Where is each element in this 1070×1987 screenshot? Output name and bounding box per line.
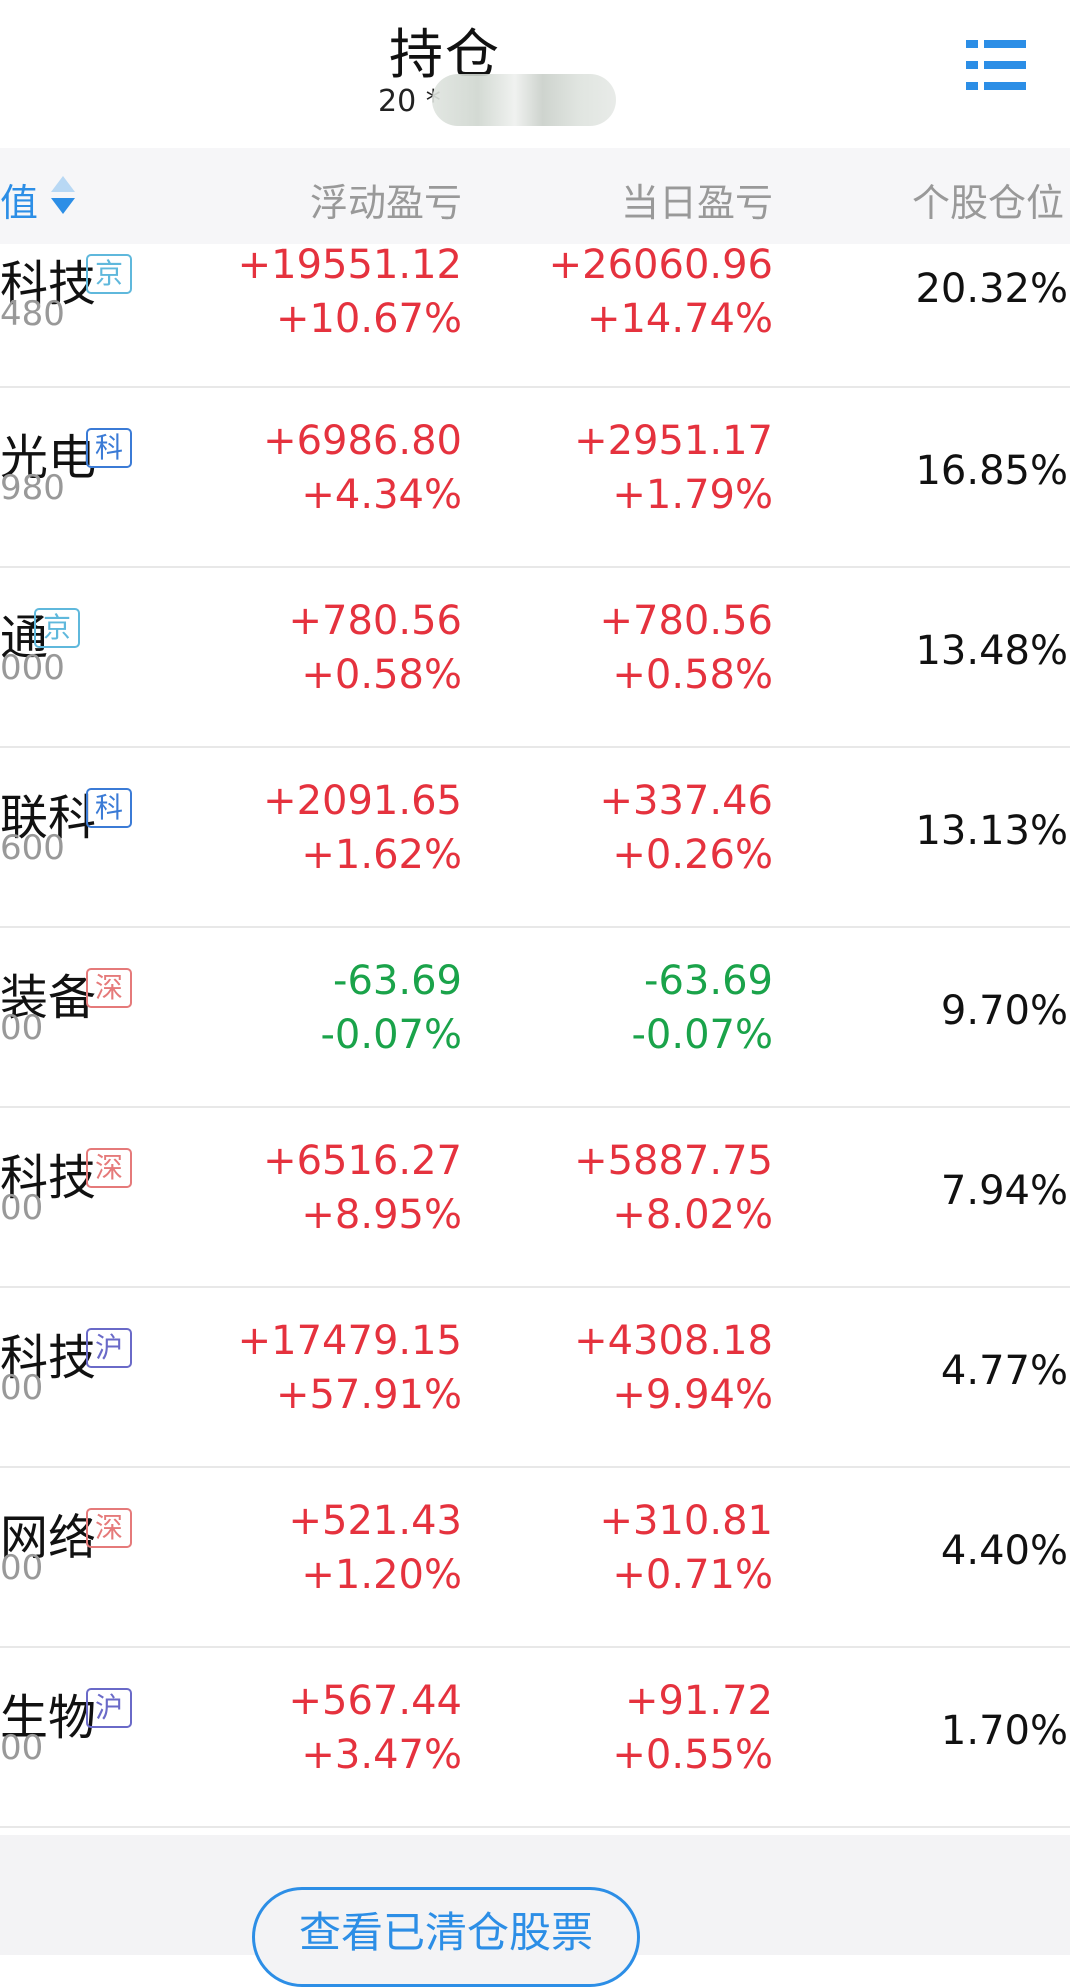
daily-pl-percent: +0.55% [612,1732,773,1778]
floating-pl-percent: +3.47% [301,1732,462,1778]
daily-pl-percent: -0.07% [631,1012,773,1058]
holdings-list: 科技京 480 +19551.12 +10.67% +26060.96 +14.74% 20… [0,242,1070,1828]
daily-pl-amount: +5887.75 [574,1138,773,1184]
market-badge: 沪 [86,1328,132,1368]
sort-column-header[interactable]: 值 [0,172,38,227]
position-percent: 13.13% [915,808,1068,854]
floating-pl-amount: +521.43 [288,1498,462,1544]
daily-pl-amount: +310.81 [599,1498,773,1544]
account-number-redaction [432,74,616,126]
stock-code: 00 [0,1008,44,1048]
daily-pl-percent: +0.58% [612,652,773,698]
position-percent: 4.77% [940,1348,1068,1394]
floating-pl-amount: +6986.80 [263,418,462,464]
daily-pl-amount: +780.56 [599,598,773,644]
holding-row[interactable]: 装备深 00 -63.69 -0.07% -63.69 -0.07% 9.70% [0,928,1070,1108]
position-percent: 1.70% [940,1708,1068,1754]
daily-pl-percent: +0.26% [612,832,773,878]
stock-code: 980 [0,468,65,508]
floating-pl-amount: +17479.15 [237,1318,462,1364]
floating-pl-percent: +8.95% [301,1192,462,1238]
market-badge: 深 [86,1148,132,1188]
daily-pl-amount: -63.69 [644,958,773,1004]
position-percent: 16.85% [915,448,1068,494]
holding-row[interactable]: 网络深 00 +521.43 +1.20% +310.81 +0.71% 4.40% [0,1468,1070,1648]
market-badge: 深 [86,1508,132,1548]
floating-pl-amount: +780.56 [288,598,462,644]
daily-pl-amount: +4308.18 [574,1318,773,1364]
market-badge: 科 [86,788,132,828]
daily-pl-percent: +14.74% [586,296,773,342]
stock-code: 00 [0,1368,44,1408]
position-percent: 4.40% [940,1528,1068,1574]
stock-code: 480 [0,294,65,334]
daily-pl-header[interactable]: 当日盈亏 [621,172,773,227]
stock-code: 00 [0,1188,44,1228]
position-percent: 7.94% [940,1168,1068,1214]
floating-pl-percent: -0.07% [320,1012,462,1058]
view-cleared-stocks-button[interactable]: 查看已清仓股票 [252,1887,640,1987]
column-header-row: 值 浮动盈亏 当日盈亏 个股仓位 [0,148,1070,244]
daily-pl-percent: +9.94% [612,1372,773,1418]
stock-code: 00 [0,1548,44,1588]
daily-pl-percent: +1.79% [612,472,773,518]
floating-pl-amount: +6516.27 [263,1138,462,1184]
daily-pl-amount: +2951.17 [574,418,773,464]
holding-row[interactable]: 通京 000 +780.56 +0.58% +780.56 +0.58% 13.48% [0,568,1070,748]
market-badge: 沪 [86,1688,132,1728]
holding-row[interactable]: 科技京 480 +19551.12 +10.67% +26060.96 +14.74% 20… [0,242,1070,388]
floating-pl-amount: +19551.12 [237,242,462,288]
list-menu-icon[interactable] [966,36,1026,94]
holding-row[interactable]: 生物沪 00 +567.44 +3.47% +91.72 +0.55% 1.70% [0,1648,1070,1828]
footer-area: 查看已清仓股票 [0,1835,1070,1987]
holding-row[interactable]: 科技沪 00 +17479.15 +57.91% +4308.18 +9.94% 4.77% [0,1288,1070,1468]
floating-pl-amount: +2091.65 [263,778,462,824]
floating-pl-amount: -63.69 [333,958,462,1004]
daily-pl-percent: +0.71% [612,1552,773,1598]
floating-pl-header[interactable]: 浮动盈亏 [310,172,462,227]
sort-toggle-icon[interactable] [48,172,78,220]
stock-code: 00 [0,1728,44,1768]
floating-pl-percent: +10.67% [275,296,462,342]
floating-pl-percent: +57.91% [275,1372,462,1418]
daily-pl-amount: +91.72 [624,1678,773,1724]
position-percent: 20.32% [915,266,1068,312]
market-badge: 京 [34,608,80,648]
stock-code: 000 [0,648,65,688]
market-badge: 科 [86,428,132,468]
stock-code: 600 [0,828,65,868]
floating-pl-percent: +4.34% [301,472,462,518]
daily-pl-amount: +26060.96 [548,242,773,288]
position-percent: 13.48% [915,628,1068,674]
header-bar: 持仓 20 * [0,0,1070,148]
holding-row[interactable]: 科技深 00 +6516.27 +8.95% +5887.75 +8.02% 7.94% [0,1108,1070,1288]
daily-pl-percent: +8.02% [612,1192,773,1238]
floating-pl-amount: +567.44 [288,1678,462,1724]
market-badge: 深 [86,968,132,1008]
floating-pl-percent: +1.62% [301,832,462,878]
holding-row[interactable]: 联科科 600 +2091.65 +1.62% +337.46 +0.26% 13.13% [0,748,1070,928]
position-percent: 9.70% [940,988,1068,1034]
position-pct-header[interactable]: 个股仓位 [912,172,1064,227]
market-badge: 京 [86,254,132,294]
holding-row[interactable]: 光电科 980 +6986.80 +4.34% +2951.17 +1.79% 16.85% [0,388,1070,568]
daily-pl-amount: +337.46 [599,778,773,824]
floating-pl-percent: +0.58% [301,652,462,698]
floating-pl-percent: +1.20% [301,1552,462,1598]
